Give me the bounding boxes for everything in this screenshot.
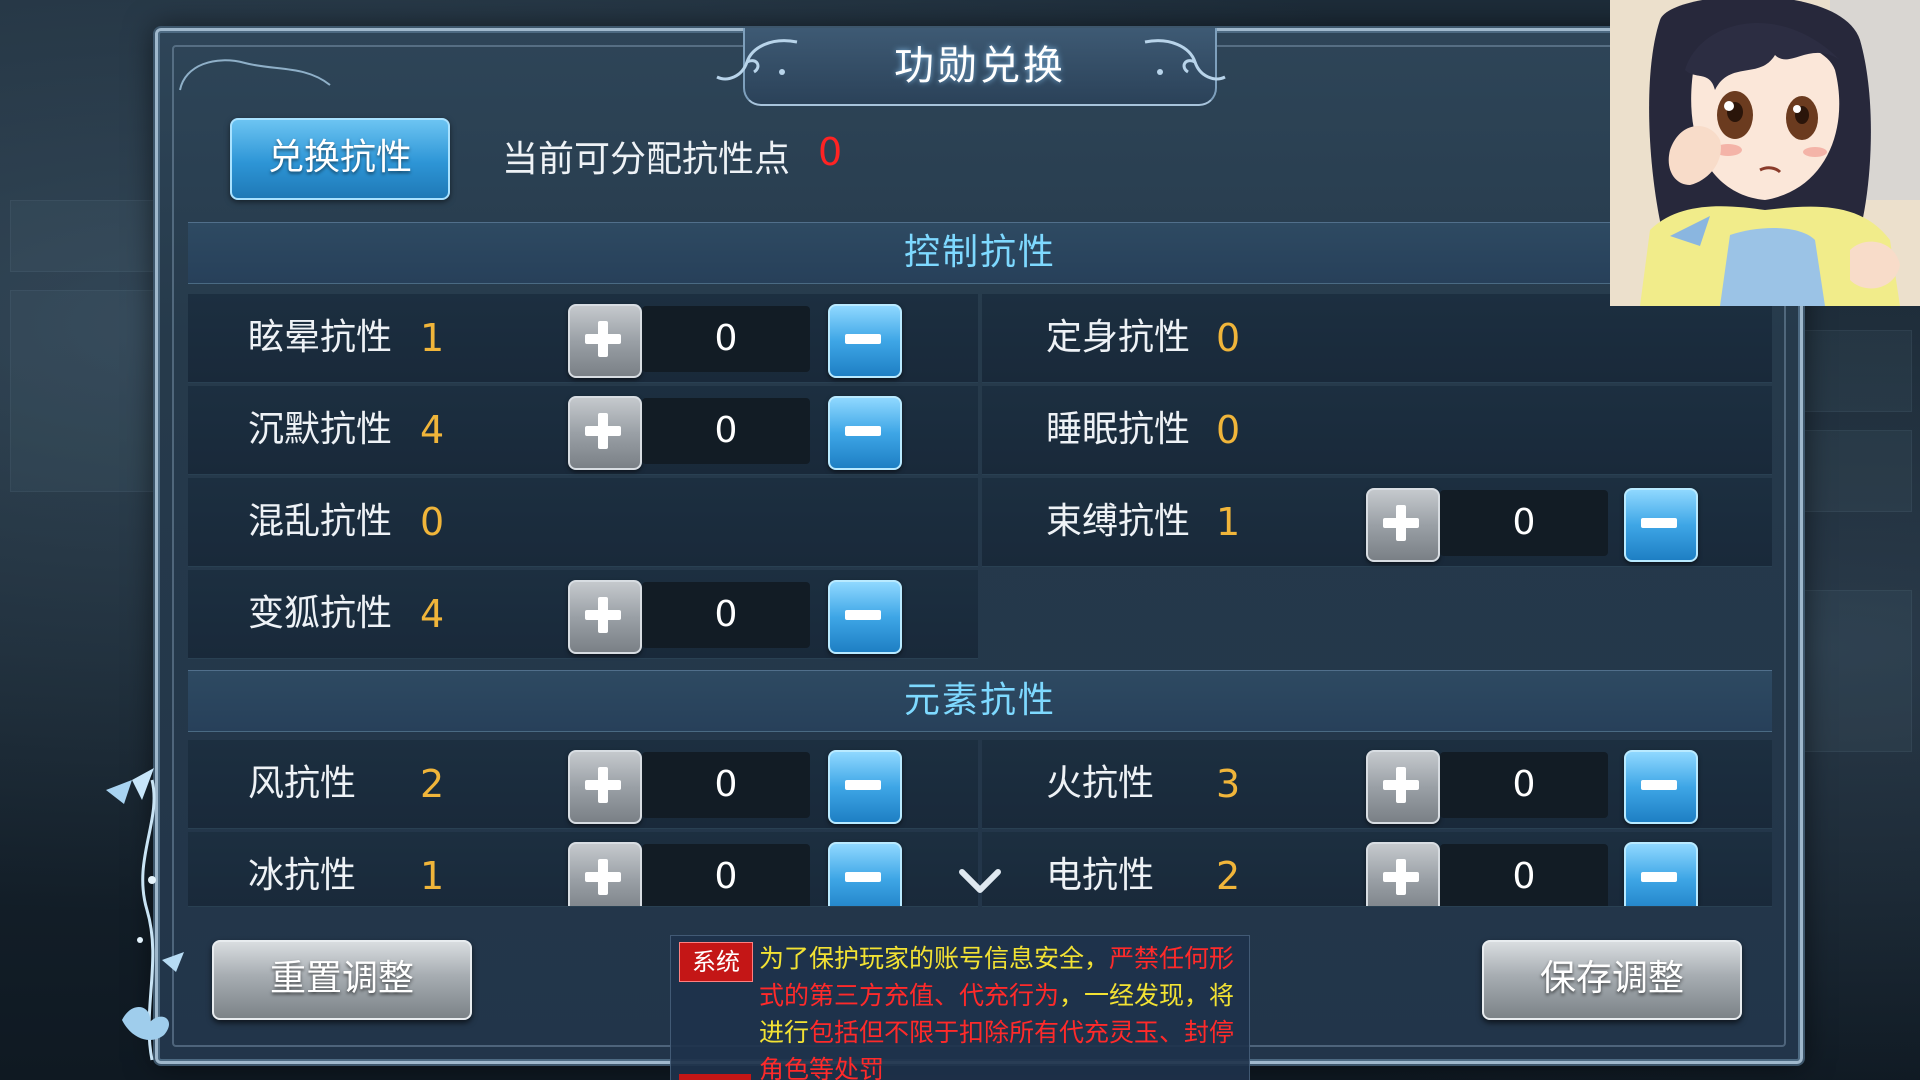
decrease-button[interactable] <box>1624 488 1698 562</box>
resistance-name: 眩晕抗性 <box>248 317 393 358</box>
minus-icon <box>1641 518 1677 528</box>
allocated-points-box: 0 <box>642 844 810 906</box>
decrease-button[interactable] <box>1624 842 1698 906</box>
decrease-button[interactable] <box>828 304 902 378</box>
background-panel <box>10 200 162 272</box>
resistance-row-fox: 变狐抗性 4 0 <box>188 570 978 659</box>
resistance-row-ice: 冰抗性 1 0 <box>188 832 978 907</box>
ornament-left-icon <box>716 39 798 81</box>
resistance-name: 电抗性 <box>1046 855 1155 896</box>
allocated-points-box: 0 <box>642 306 810 372</box>
resistance-row-sleep: 睡眠抗性 0 <box>982 386 1772 475</box>
resistance-name: 定身抗性 <box>1046 317 1191 358</box>
background-panel <box>1800 430 1912 512</box>
notice-message: 为了保护玩家的账号信息安全，严禁任何形式的第三方充值、代充行为，一经发现，将进行… <box>759 940 1243 1080</box>
system-notice: 系统 为了保护玩家的账号信息安全，严禁任何形式的第三方充值、代充行为，一经发现，… <box>670 935 1250 1080</box>
butterfly-decoration-icon <box>106 768 184 1061</box>
plus-icon <box>1383 767 1419 803</box>
minus-icon <box>845 780 881 790</box>
chevron-down-icon[interactable] <box>958 866 1002 896</box>
system-tag-next <box>679 1074 751 1080</box>
plus-icon <box>585 597 621 633</box>
resistance-row-bind: 束缚抗性 1 0 <box>982 478 1772 567</box>
minus-icon <box>1641 780 1677 790</box>
increase-button[interactable] <box>1366 488 1440 562</box>
game-screen: 功勋兑换 兑换抗性 当前可分配抗性点 0 控制抗性 眩晕抗性 1 0 定身抗性 … <box>0 0 1920 1080</box>
reset-adjustment-button[interactable]: 重置调整 <box>212 940 472 1020</box>
increase-button[interactable] <box>568 842 642 906</box>
exchange-resistance-tab[interactable]: 兑换抗性 <box>230 118 450 200</box>
resistance-name: 风抗性 <box>248 763 357 804</box>
resistance-name: 睡眠抗性 <box>1046 409 1191 450</box>
resistance-name: 束缚抗性 <box>1046 501 1191 542</box>
resistance-value: 0 <box>1216 408 1241 452</box>
resistance-value: 1 <box>1216 500 1241 544</box>
plus-icon <box>1383 859 1419 895</box>
increase-button[interactable] <box>1366 750 1440 824</box>
resistance-value: 3 <box>1216 762 1241 806</box>
plus-icon <box>1383 505 1419 541</box>
increase-button[interactable] <box>1366 842 1440 906</box>
minus-icon <box>1641 872 1677 882</box>
resistance-name: 沉默抗性 <box>248 409 393 450</box>
resistance-value: 4 <box>420 592 445 636</box>
resistance-value: 1 <box>420 854 445 898</box>
plus-icon <box>585 321 621 357</box>
available-points-label: 当前可分配抗性点 <box>502 139 791 180</box>
plus-icon <box>585 767 621 803</box>
background-panel <box>1800 590 1912 752</box>
allocated-points-box: 0 <box>1440 752 1608 818</box>
resistance-row-silence: 沉默抗性 4 0 <box>188 386 978 475</box>
plus-icon <box>585 413 621 449</box>
notice-warning-text: 包括但不限于扣除所有代充灵玉、封停角色等处罚 <box>759 1018 1235 1080</box>
ornament-right-icon <box>1144 39 1226 81</box>
increase-button[interactable] <box>568 750 642 824</box>
resistance-row-stun: 眩晕抗性 1 0 <box>188 294 978 383</box>
anime-girl-avatar-icon <box>1610 0 1920 306</box>
minus-icon <box>845 872 881 882</box>
background-panel <box>1800 330 1912 412</box>
section-header-control: 控制抗性 <box>188 222 1772 284</box>
section-header-element: 元素抗性 <box>188 670 1772 732</box>
resistance-value: 4 <box>420 408 445 452</box>
allocated-points-box: 0 <box>642 752 810 818</box>
resistance-name: 冰抗性 <box>248 855 357 896</box>
allocated-points-box: 0 <box>1440 844 1608 906</box>
decrease-button[interactable] <box>828 396 902 470</box>
minus-icon <box>845 426 881 436</box>
resistance-value: 2 <box>1216 854 1241 898</box>
resistance-value: 2 <box>420 762 445 806</box>
increase-button[interactable] <box>568 580 642 654</box>
decrease-button[interactable] <box>1624 750 1698 824</box>
decrease-button[interactable] <box>828 842 902 906</box>
resistance-value: 0 <box>420 500 445 544</box>
resistance-value: 0 <box>1216 316 1241 360</box>
decrease-button[interactable] <box>828 750 902 824</box>
resistance-name: 变狐抗性 <box>248 593 393 634</box>
streamer-avatar <box>1610 0 1920 306</box>
resistance-row-electric: 电抗性 2 0 <box>982 832 1772 907</box>
allocated-points-box: 0 <box>1440 490 1608 556</box>
resistance-row-confusion: 混乱抗性 0 <box>188 478 978 567</box>
minus-icon <box>845 334 881 344</box>
resistance-value: 1 <box>420 316 445 360</box>
corner-ornament-icon <box>179 59 331 91</box>
notice-text-part: 为了保护玩家的账号信息安全， <box>759 944 1110 973</box>
resistance-row-wind: 风抗性 2 0 <box>188 740 978 829</box>
system-tag: 系统 <box>679 942 753 982</box>
allocated-points-box: 0 <box>642 398 810 464</box>
available-points-value: 0 <box>818 130 843 174</box>
allocated-points-box: 0 <box>642 582 810 648</box>
increase-button[interactable] <box>568 396 642 470</box>
resistance-name: 火抗性 <box>1046 763 1155 804</box>
background-panel <box>10 290 162 492</box>
increase-button[interactable] <box>568 304 642 378</box>
resistance-row-fire: 火抗性 3 0 <box>982 740 1772 829</box>
decrease-button[interactable] <box>828 580 902 654</box>
resistance-name: 混乱抗性 <box>248 501 393 542</box>
resistance-row-root: 定身抗性 0 <box>982 294 1772 383</box>
plus-icon <box>585 859 621 895</box>
save-adjustment-button[interactable]: 保存调整 <box>1482 940 1742 1020</box>
minus-icon <box>845 610 881 620</box>
